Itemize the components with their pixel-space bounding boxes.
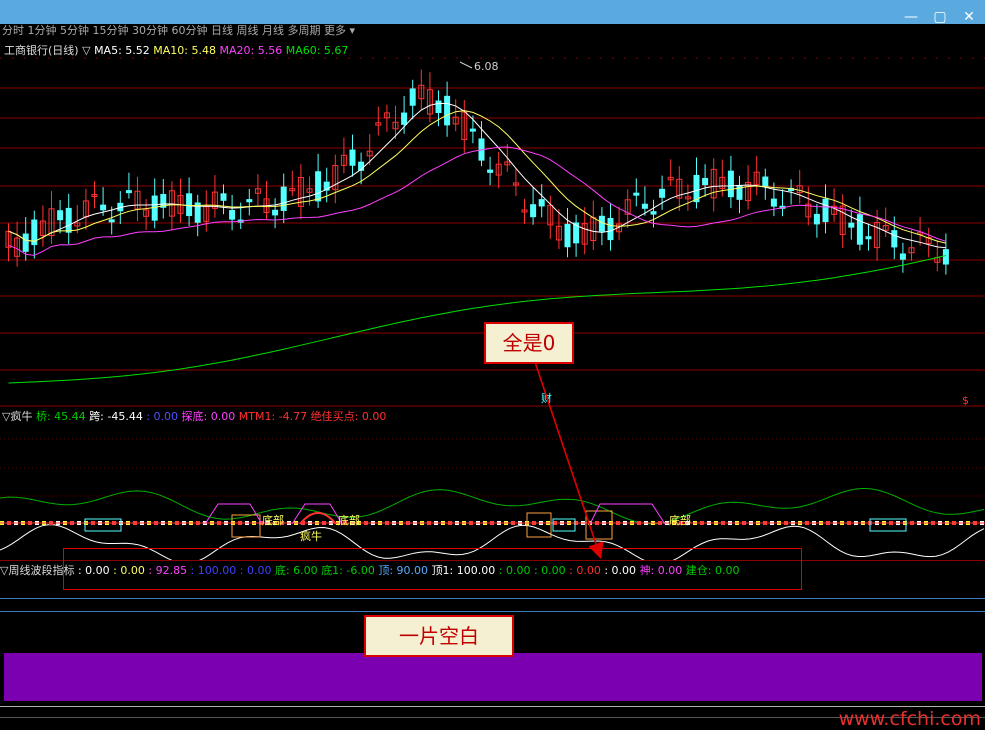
candle-body	[633, 192, 640, 196]
ind1-green-line	[0, 487, 985, 525]
candle-body	[220, 193, 227, 201]
indicator1-item-1: 跨: -45.44	[89, 410, 147, 423]
peak-price-label: 6.08	[474, 60, 499, 73]
highlight-box	[63, 548, 802, 590]
indicator1-item-3: 探底: 0.00	[181, 410, 239, 423]
mark-crazy-bull: 疯牛	[300, 530, 322, 543]
candle-body	[487, 169, 494, 173]
indicator1-chart	[0, 438, 985, 561]
candle-body	[659, 188, 666, 198]
candle-body	[444, 95, 451, 126]
indicator1-item-2: : 0.00	[146, 410, 182, 423]
candle-body	[100, 204, 107, 211]
mark-bottom-2: 底部	[338, 514, 360, 527]
candle-body	[186, 193, 193, 217]
callout-blank: 一片空白	[364, 615, 514, 657]
watermark: www.cfchi.com	[838, 708, 981, 730]
indicator1-item-4: MTM1: -4.77	[238, 410, 311, 423]
candle-body	[641, 203, 648, 209]
purple-band	[4, 653, 982, 701]
ma60-line	[8, 255, 947, 384]
period-menu[interactable]: 分时 1分钟 5分钟 15分钟 30分钟 60分钟 日线 周线 月线 多周期 更…	[0, 24, 985, 38]
candle-body	[770, 198, 777, 207]
candle-body	[899, 253, 906, 260]
candle-body	[246, 199, 253, 203]
callout-all-zero: 全是0	[484, 322, 574, 364]
ma10-value: MA10: 5.48	[153, 44, 216, 57]
candle-body	[22, 233, 29, 252]
candle-body	[315, 171, 322, 202]
candle-body	[650, 211, 657, 215]
candle-body	[762, 176, 769, 187]
candle-body	[125, 190, 132, 194]
candle-body	[538, 199, 545, 207]
candle-body	[435, 100, 442, 114]
candle-body	[65, 207, 72, 233]
candle-body	[409, 88, 416, 106]
stock-name: 工商银行(日线)	[4, 44, 79, 57]
candle-body	[401, 112, 408, 125]
candle-body	[813, 213, 820, 225]
candle-body	[57, 210, 64, 221]
indicator1-item-0: 桥: 45.44	[35, 410, 90, 423]
candle-body	[822, 198, 829, 223]
candle-body	[942, 249, 949, 265]
ma5-value: MA5: 5.52	[94, 44, 150, 57]
candle-body	[865, 236, 872, 240]
candle-body	[229, 210, 236, 220]
candle-body	[693, 174, 700, 203]
mark-bottom-3: 底部	[669, 514, 691, 527]
finance-marker[interactable]: 财	[541, 390, 552, 406]
candle-body	[856, 214, 863, 245]
main-legend: 工商银行(日线) ▽ MA5: 5.52 MA10: 5.48 MA20: 5.…	[4, 42, 348, 58]
indicator1-legend: ▽疯牛 桥: 45.44 跨: -45.44 : 0.00 探底: 0.00 M…	[2, 410, 387, 423]
candle-body	[702, 177, 709, 186]
candle-body	[530, 204, 537, 218]
indicator1-pane[interactable]: ▽疯牛 桥: 45.44 跨: -45.44 : 0.00 探底: 0.00 M…	[0, 406, 985, 561]
indicator1-name: 疯牛	[10, 410, 33, 423]
candle-body	[272, 209, 279, 216]
candle-body	[891, 230, 898, 248]
ma20-value: MA20: 5.56	[219, 44, 283, 57]
legend-arrow-icon[interactable]: ▽	[82, 44, 90, 57]
ma5-line	[8, 102, 946, 249]
candle-body	[349, 149, 356, 166]
ma60-value: MA60: 5.67	[285, 44, 349, 57]
candle-body	[727, 170, 734, 198]
candle-body	[564, 223, 571, 248]
candle-body	[607, 217, 614, 241]
candle-body	[469, 128, 476, 132]
ma20-line	[8, 146, 947, 256]
peak-pointer	[459, 61, 473, 69]
indicator1-item-5: 绝佳买点: 0.00	[310, 410, 387, 423]
mark-bottom-1: 底部	[262, 514, 284, 527]
candle-body	[108, 219, 115, 223]
candle-body	[848, 222, 855, 228]
candle-body	[280, 186, 287, 211]
